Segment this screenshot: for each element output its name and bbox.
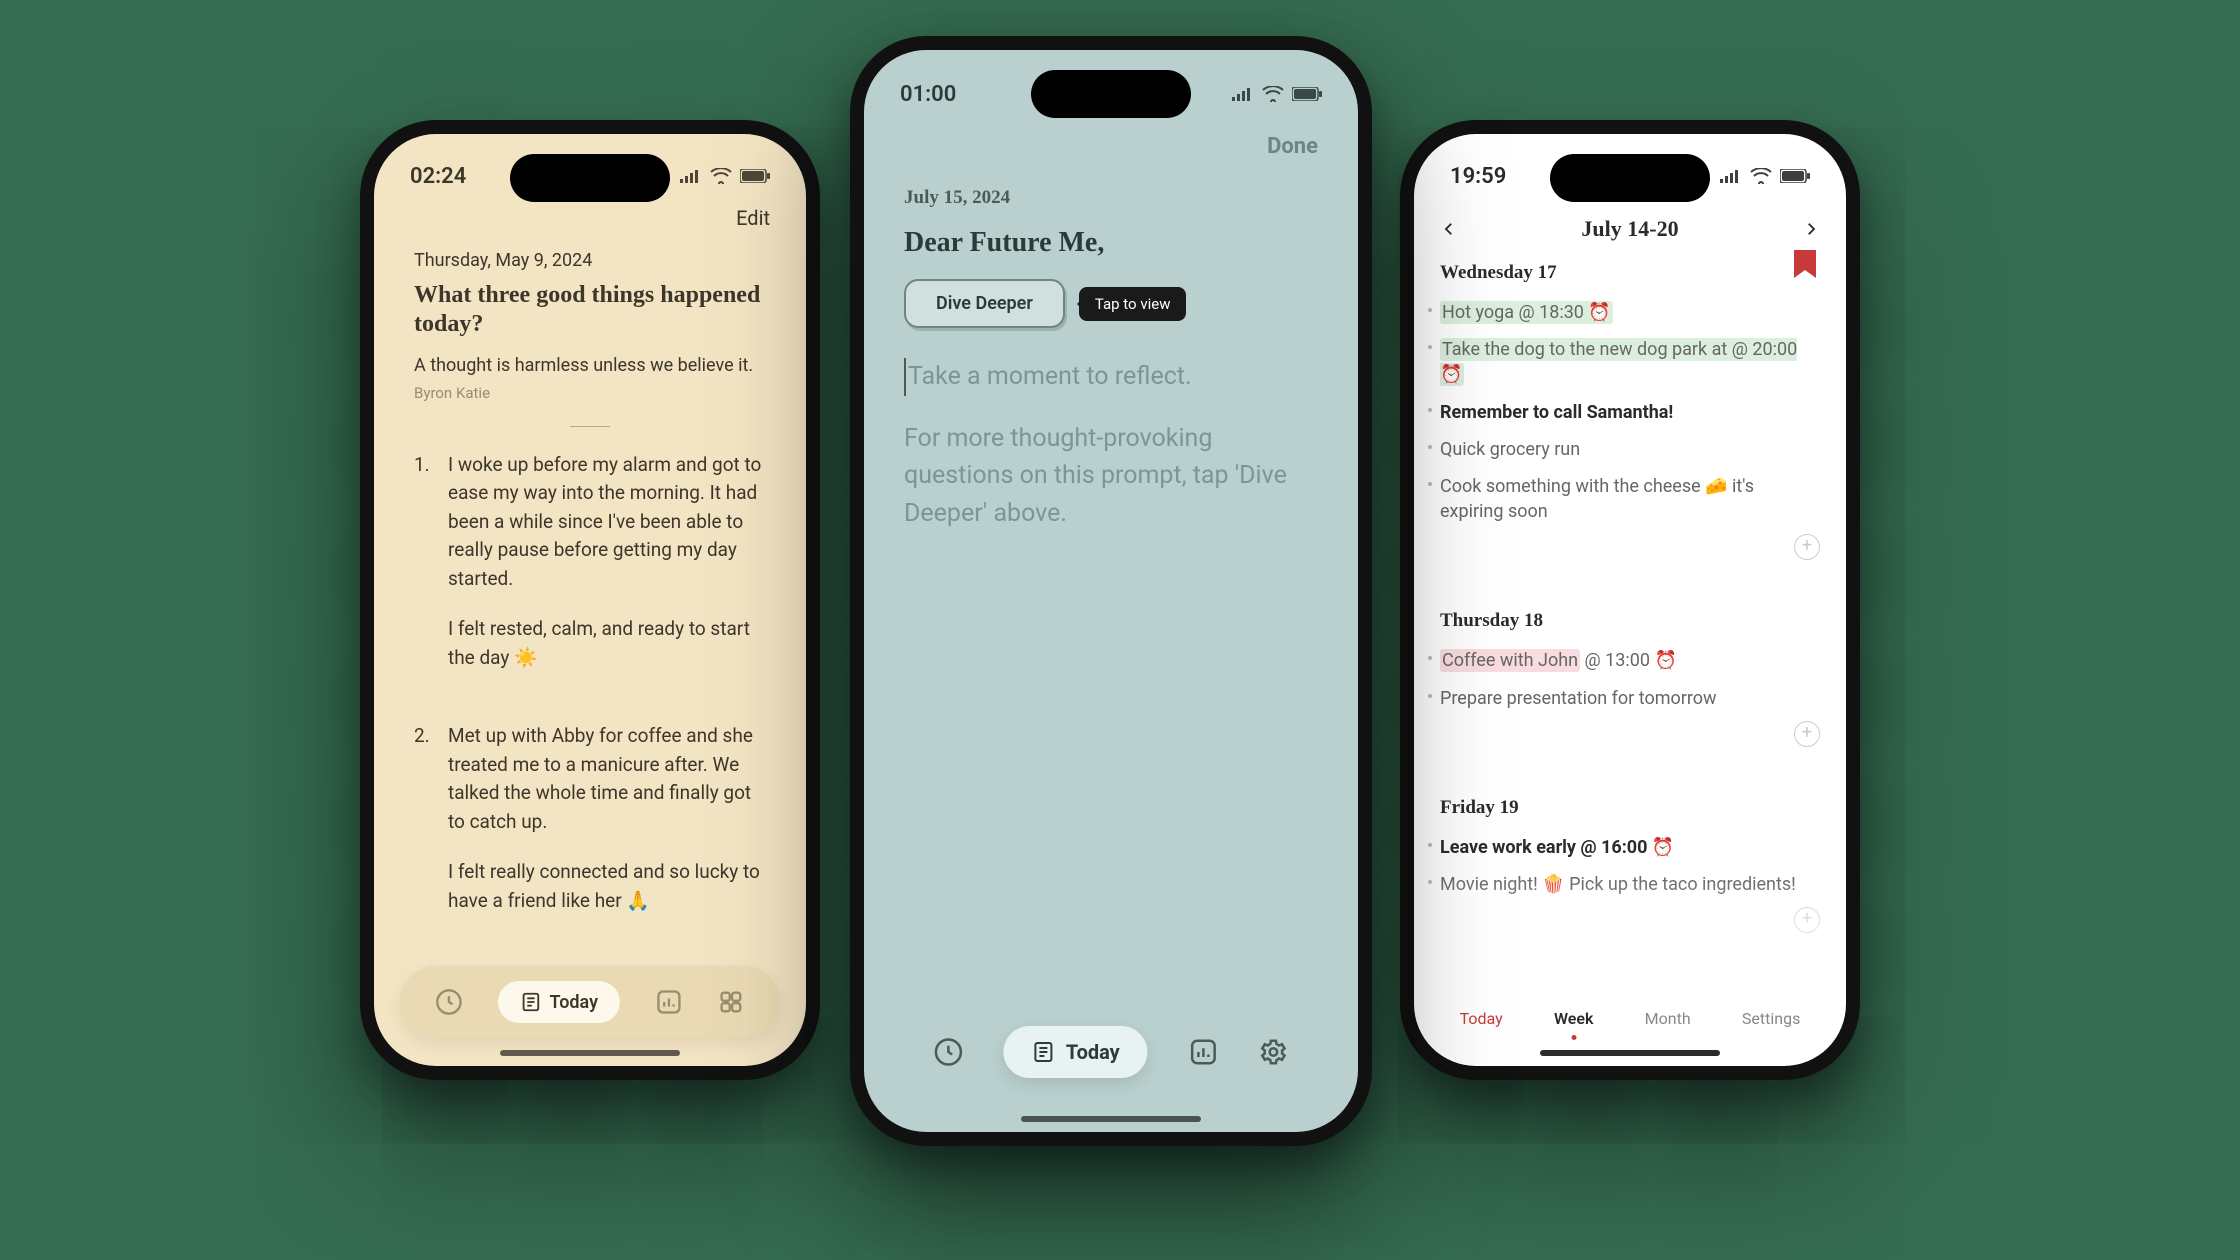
day-section: Friday 19 Leave work early @ 16:00 ⏰ Mov… xyxy=(1414,787,1846,907)
day-section: Thursday 18 Coffee with John @ 13:00 ⏰ P… xyxy=(1414,600,1846,786)
tab-today[interactable]: Today xyxy=(1004,1026,1148,1078)
week-header: July 14-20 xyxy=(1414,198,1846,252)
entry-paragraph: I felt really connected and so lucky to … xyxy=(448,858,766,915)
tab-today[interactable]: Today xyxy=(498,981,621,1023)
note-icon xyxy=(1032,1040,1056,1064)
stats-icon[interactable] xyxy=(1188,1037,1218,1067)
placeholder-line: For more thought-provoking questions on … xyxy=(904,424,1287,528)
journal-prompt: What three good things happened today? xyxy=(414,281,766,339)
home-indicator xyxy=(1540,1050,1720,1056)
cellular-icon xyxy=(680,169,702,183)
dynamic-island xyxy=(1031,70,1191,118)
dynamic-island xyxy=(510,154,670,202)
journal-entry: 2. Met up with Abby for coffee and she t… xyxy=(414,722,766,937)
status-time: 19:59 xyxy=(1450,164,1506,189)
entry-number: 1. xyxy=(414,451,430,695)
bookmark-icon[interactable] xyxy=(1794,250,1816,286)
day-head: Friday 19 xyxy=(1440,797,1820,819)
tooltip[interactable]: Tap to view xyxy=(1079,287,1187,321)
grid-icon[interactable] xyxy=(717,988,745,1016)
entry-date: July 15, 2024 xyxy=(904,187,1318,209)
tab-month[interactable]: Month xyxy=(1635,1001,1701,1036)
cellular-icon xyxy=(1232,87,1254,101)
tab-bar: Today xyxy=(913,1012,1308,1092)
battery-icon xyxy=(1780,169,1810,183)
entry-number: 2. xyxy=(414,722,430,937)
day-section: Wednesday 17 Hot yoga @ 18:30 ⏰ Take the… xyxy=(1414,252,1846,600)
wifi-icon xyxy=(1750,168,1772,184)
entry-title: Dear Future Me, xyxy=(904,227,1318,259)
phone-reflection: 01:00 Done July 15, 2024 Dear Future Me,… xyxy=(850,36,1372,1146)
entry-paragraph: I woke up before my alarm and got to eas… xyxy=(448,451,766,594)
add-task-button[interactable]: + xyxy=(1794,907,1820,933)
prev-week-button[interactable] xyxy=(1440,220,1458,238)
tab-bar: Today xyxy=(400,966,780,1038)
note-icon xyxy=(520,991,542,1013)
dynamic-island xyxy=(1550,154,1710,202)
placeholder-line: Take a moment to reflect. xyxy=(904,358,1318,396)
battery-icon xyxy=(1292,87,1322,101)
wifi-icon xyxy=(710,168,732,184)
settings-icon[interactable] xyxy=(1258,1037,1288,1067)
entry-paragraph: I felt rested, calm, and ready to start … xyxy=(448,615,766,672)
task-item[interactable]: Quick grocery run xyxy=(1440,431,1820,468)
status-icons xyxy=(1720,168,1810,184)
day-head: Wednesday 17 xyxy=(1440,262,1820,284)
week-title: July 14-20 xyxy=(1458,216,1802,242)
done-button[interactable]: Done xyxy=(1267,134,1318,159)
history-icon[interactable] xyxy=(435,988,463,1016)
dive-deeper-button[interactable]: Dive Deeper xyxy=(904,279,1065,328)
history-icon[interactable] xyxy=(934,1037,964,1067)
quote-author: Byron Katie xyxy=(414,384,766,402)
status-icons xyxy=(1232,86,1322,102)
phone-calendar: 19:59 July 14-20 xyxy=(1400,120,1860,1080)
entry-date: Thursday, May 9, 2024 xyxy=(414,250,766,271)
tab-settings[interactable]: Settings xyxy=(1732,1001,1810,1036)
task-item[interactable]: Movie night! 🍿 Pick up the taco ingredie… xyxy=(1440,866,1820,903)
home-indicator xyxy=(500,1050,680,1056)
tab-bar: Today Week Month Settings xyxy=(1414,1001,1846,1036)
next-week-button[interactable] xyxy=(1802,220,1820,238)
phone-journal: 02:24 Edit Thursday, May 9, 2024 What th… xyxy=(360,120,820,1080)
day-head: Thursday 18 xyxy=(1440,610,1820,632)
stats-icon[interactable] xyxy=(654,988,682,1016)
status-time: 02:24 xyxy=(410,164,466,189)
tab-today-label: Today xyxy=(1066,1040,1120,1064)
tab-week[interactable]: Week xyxy=(1544,1001,1603,1036)
quote-text: A thought is harmless unless we believe … xyxy=(414,353,766,378)
home-indicator xyxy=(1021,1116,1201,1122)
edit-button[interactable]: Edit xyxy=(736,206,770,230)
task-item[interactable]: Coffee with John @ 13:00 ⏰ xyxy=(1440,642,1820,679)
entry-paragraph: Met up with Abby for coffee and she trea… xyxy=(448,722,766,836)
task-item[interactable]: Take the dog to the new dog park at @ 20… xyxy=(1440,331,1820,393)
tab-today[interactable]: Today xyxy=(1450,1001,1513,1036)
task-item[interactable]: Prepare presentation for tomorrow xyxy=(1440,680,1820,717)
task-item[interactable]: Leave work early @ 16:00 ⏰ xyxy=(1440,829,1820,866)
status-icons xyxy=(680,168,770,184)
tab-today-label: Today xyxy=(550,992,599,1013)
task-item[interactable]: Hot yoga @ 18:30 ⏰ xyxy=(1440,294,1820,331)
add-task-button[interactable]: + xyxy=(1794,721,1820,747)
journal-entry: 1. I woke up before my alarm and got to … xyxy=(414,451,766,695)
cellular-icon xyxy=(1720,169,1742,183)
task-item[interactable]: Remember to call Samantha! xyxy=(1440,394,1820,431)
status-time: 01:00 xyxy=(900,82,956,107)
add-task-button[interactable]: + xyxy=(1794,534,1820,560)
task-item[interactable]: Cook something with the cheese 🧀 it's ex… xyxy=(1440,468,1820,530)
text-input[interactable]: Take a moment to reflect. For more thoug… xyxy=(904,358,1318,532)
battery-icon xyxy=(740,169,770,183)
wifi-icon xyxy=(1262,86,1284,102)
divider xyxy=(570,426,610,427)
